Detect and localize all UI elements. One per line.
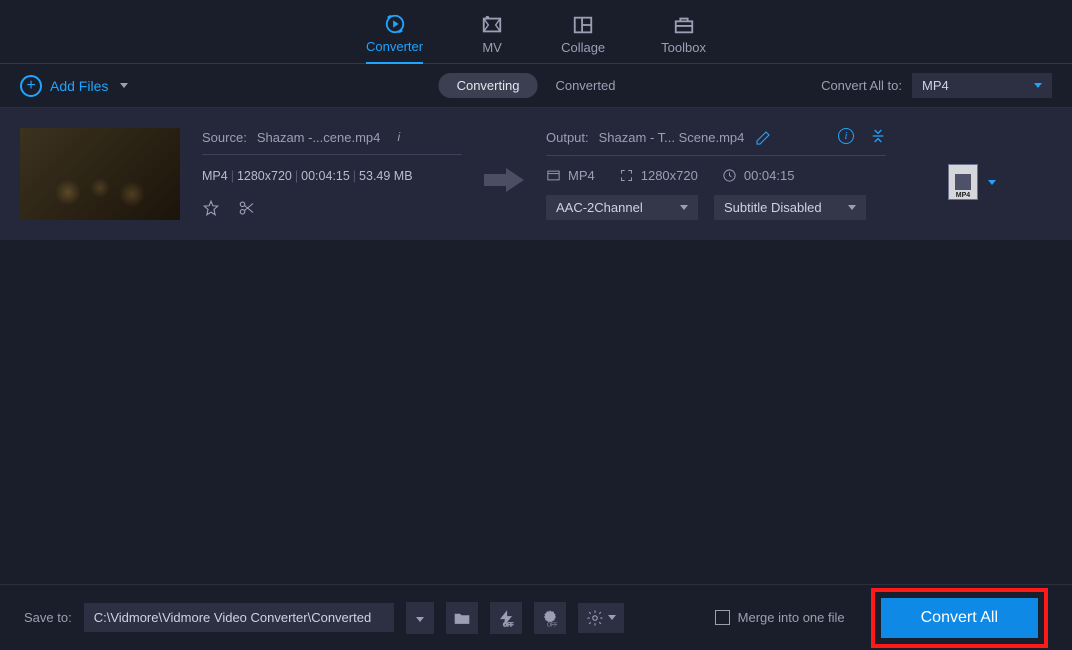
output-duration: 00:04:15 [722, 168, 795, 183]
tab-converter[interactable]: Converter [366, 13, 423, 64]
merge-label: Merge into one file [738, 610, 845, 625]
hardware-accel-button[interactable]: OFF [490, 602, 522, 634]
audio-select[interactable]: AAC-2Channel [546, 195, 698, 220]
output-column: Output: Shazam - T... Scene.mp4 i MP4 12… [546, 128, 886, 220]
format-tile-icon: MP4 [948, 164, 978, 200]
tab-toolbox[interactable]: Toolbox [661, 14, 706, 63]
output-resolution: 1280x720 [619, 168, 698, 183]
arrow-icon [484, 166, 524, 199]
add-files-label: Add Files [50, 78, 108, 94]
source-filename: Shazam -...cene.mp4 [257, 130, 381, 145]
chevron-down-icon [680, 205, 688, 210]
chevron-down-icon[interactable] [120, 83, 128, 88]
collage-icon [570, 14, 596, 36]
tab-label: MV [482, 40, 502, 55]
merge-checkbox[interactable]: Merge into one file [715, 610, 845, 625]
info-circle-icon[interactable]: i [838, 128, 854, 144]
tab-label: Collage [561, 40, 605, 55]
high-speed-button[interactable]: OFF [534, 602, 566, 634]
checkbox-icon [715, 610, 730, 625]
converter-icon [382, 13, 408, 35]
toolbox-icon [671, 14, 697, 36]
settings-button[interactable] [578, 603, 624, 633]
output-format-button[interactable]: MP4 [948, 164, 996, 200]
edit-icon[interactable] [754, 129, 772, 147]
source-label: Source: [202, 130, 247, 145]
subtitle-select[interactable]: Subtitle Disabled [714, 195, 866, 220]
source-format: MP4 [202, 169, 228, 183]
tab-collage[interactable]: Collage [561, 14, 605, 63]
chevron-down-icon [1034, 83, 1042, 88]
convert-all-to: Convert All to: MP4 [821, 73, 1052, 98]
save-path-dropdown[interactable] [406, 602, 434, 634]
tab-label: Toolbox [661, 40, 706, 55]
save-path-input[interactable]: C:\Vidmore\Vidmore Video Converter\Conve… [84, 603, 394, 632]
add-files-button[interactable]: + Add Files [20, 75, 128, 97]
video-thumbnail[interactable] [20, 128, 180, 220]
gear-icon [586, 609, 604, 627]
svg-text:i: i [398, 130, 401, 144]
info-icon[interactable]: i [390, 128, 408, 146]
main-tabs: Converter MV Collage Toolbox [0, 0, 1072, 64]
chevron-down-icon [608, 615, 616, 620]
tab-label: Converter [366, 39, 423, 54]
star-icon[interactable] [202, 199, 220, 217]
output-format: MP4 [546, 168, 595, 183]
convert-all-to-select[interactable]: MP4 [912, 73, 1052, 98]
scissors-icon[interactable] [238, 199, 256, 217]
chevron-down-icon [848, 205, 856, 210]
mv-icon [479, 14, 505, 36]
output-label: Output: [546, 130, 589, 145]
chevron-down-icon [988, 180, 996, 185]
segment-converting[interactable]: Converting [439, 73, 538, 98]
output-filename: Shazam - T... Scene.mp4 [599, 130, 745, 145]
status-segmented: Converting Converted [439, 73, 634, 98]
source-duration: 00:04:15 [301, 169, 350, 183]
source-size: 53.49 MB [359, 169, 413, 183]
saveto-label: Save to: [24, 610, 72, 625]
chevron-down-icon [416, 617, 424, 622]
open-folder-button[interactable] [446, 602, 478, 634]
compress-icon[interactable] [870, 128, 886, 147]
source-column: Source: Shazam -...cene.mp4 i MP4|1280x7… [202, 128, 462, 217]
bottom-bar: Save to: C:\Vidmore\Vidmore Video Conver… [0, 584, 1072, 650]
convert-all-highlight: Convert All [871, 588, 1048, 648]
plus-icon: + [20, 75, 42, 97]
convert-all-to-value: MP4 [922, 78, 949, 93]
tab-mv[interactable]: MV [479, 14, 505, 63]
segment-converted[interactable]: Converted [537, 73, 633, 98]
toolbar: + Add Files Converting Converted Convert… [0, 64, 1072, 108]
convert-all-to-label: Convert All to: [821, 78, 902, 93]
svg-text:OFF: OFF [503, 622, 514, 627]
source-resolution: 1280x720 [237, 169, 292, 183]
file-item: Source: Shazam -...cene.mp4 i MP4|1280x7… [0, 108, 1072, 240]
svg-text:OFF: OFF [547, 622, 558, 627]
convert-all-button[interactable]: Convert All [881, 598, 1038, 638]
source-meta: MP4|1280x720|00:04:15|53.49 MB [202, 169, 462, 183]
